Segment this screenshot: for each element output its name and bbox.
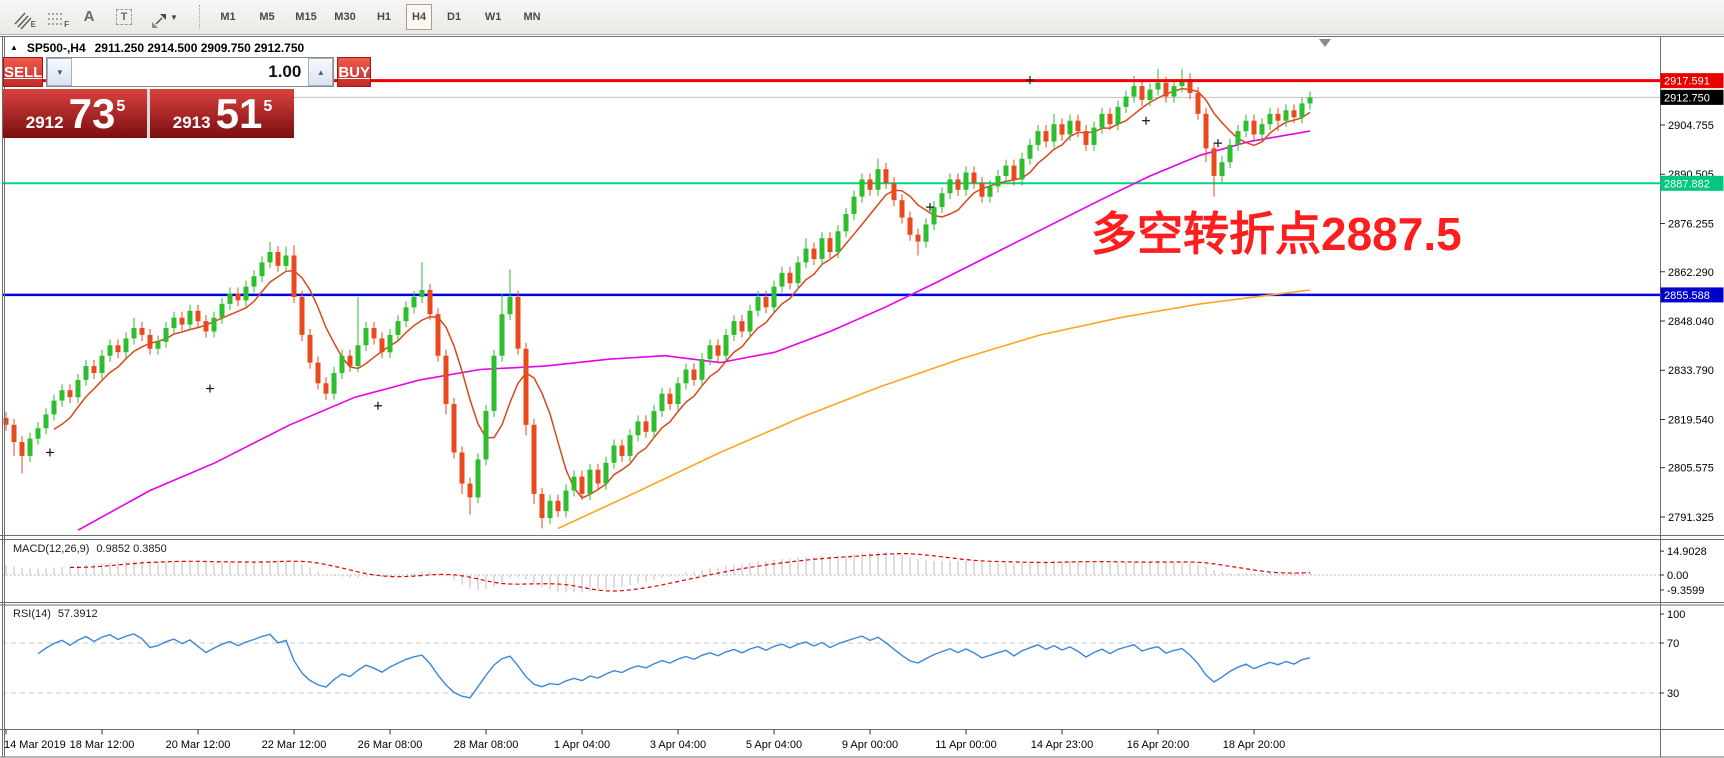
svg-text:2904.755: 2904.755 (1668, 120, 1714, 132)
rsi-value: 57.3912 (58, 608, 98, 620)
svg-text:11 Apr 00:00: 11 Apr 00:00 (935, 739, 997, 751)
one-click-trade-panel: SELL ▼ ▲ BUY 2912 73 5 2913 51 5 (3, 57, 294, 138)
svg-text:20 Mar 12:00: 20 Mar 12:00 (166, 739, 231, 751)
tool-sub-label: E (31, 20, 36, 29)
macd-values: 0.9852 0.3850 (96, 543, 166, 555)
symbol-label: SP500-,H4 (27, 41, 86, 55)
svg-text:2791.325: 2791.325 (1668, 512, 1714, 524)
trade-panel-row: SELL ▼ ▲ BUY (3, 57, 294, 87)
svg-text:1 Apr 04:00: 1 Apr 04:00 (554, 739, 610, 751)
tool-sub-label: F (64, 20, 69, 29)
annotation-text[interactable]: 多空转折点2887.5 (1091, 210, 1462, 258)
svg-text:2917.591: 2917.591 (1664, 76, 1710, 88)
volume-increase-button[interactable]: ▲ (308, 58, 333, 86)
timeframe-button-h4[interactable]: H4 (406, 4, 432, 30)
svg-text:14 Apr 23:00: 14 Apr 23:00 (1031, 739, 1093, 751)
letter-a-icon: A (84, 5, 95, 29)
timeframe-group: M1M5M15M30H1H4D1W1MN (211, 4, 554, 30)
letter-t-boxed-icon: T (116, 9, 133, 25)
svg-text:18 Mar 12:00: 18 Mar 12:00 (70, 739, 135, 751)
sell-price-tile[interactable]: 2912 73 5 (3, 89, 147, 138)
macd-name: MACD(12,26,9) (13, 543, 89, 555)
chevron-down-icon: ▼ (170, 13, 178, 22)
timeframe-button-w1[interactable]: W1 (476, 5, 510, 29)
svg-text:0.00: 0.00 (1667, 570, 1688, 582)
trade-price-tiles: 2912 73 5 2913 51 5 (3, 89, 294, 138)
sell-price-small: 2912 (26, 113, 64, 133)
symbol-header: ▲ SP500-,H4 2911.250 2914.500 2909.750 2… (10, 41, 304, 55)
buy-price-small: 2913 (173, 113, 211, 133)
timeframe-button-m5[interactable]: M5 (250, 5, 284, 29)
arrows-icon (150, 12, 168, 30)
buy-price-sup: 5 (263, 98, 272, 116)
timeframe-button-h1[interactable]: H1 (367, 5, 401, 29)
timeframe-button-m30[interactable]: M30 (328, 5, 362, 29)
timeframe-button-d1[interactable]: D1 (437, 5, 471, 29)
svg-text:30: 30 (1667, 688, 1679, 700)
toolbar-separator (199, 5, 201, 29)
svg-text:2848.040: 2848.040 (1668, 316, 1714, 328)
svg-text:9 Apr 00:00: 9 Apr 00:00 (842, 739, 898, 751)
svg-text:2862.290: 2862.290 (1668, 267, 1714, 279)
svg-text:100: 100 (1667, 609, 1685, 621)
fibonacci-tool-icon[interactable]: F (41, 4, 71, 30)
rsi-name: RSI(14) (13, 608, 51, 620)
volume-input[interactable] (72, 58, 308, 86)
buy-price-big: 51 (216, 91, 263, 137)
arrows-tool[interactable]: ▼ (144, 4, 184, 30)
svg-text:2833.790: 2833.790 (1668, 365, 1714, 377)
svg-text:2805.575: 2805.575 (1668, 463, 1714, 475)
sell-price-big: 73 (69, 91, 116, 137)
svg-text:2887.882: 2887.882 (1664, 178, 1710, 190)
macd-label: MACD(12,26,9) 0.9852 0.3850 (13, 543, 174, 555)
collapse-triangle-icon: ▲ (10, 43, 18, 52)
sell-price-sup: 5 (116, 98, 125, 116)
svg-text:-9.3599: -9.3599 (1667, 585, 1704, 597)
toolbar: E F A T ▼ M1M5M15M30H1H4D1W1MN (0, 0, 1724, 35)
equidistant-channel-tool-icon[interactable]: E (8, 4, 38, 30)
svg-text:3 Apr 04:00: 3 Apr 04:00 (650, 739, 706, 751)
svg-text:26 Mar 08:00: 26 Mar 08:00 (358, 739, 423, 751)
timeframe-button-m15[interactable]: M15 (289, 5, 323, 29)
svg-text:28 Mar 08:00: 28 Mar 08:00 (454, 739, 519, 751)
svg-text:2876.255: 2876.255 (1668, 218, 1714, 230)
svg-text:2855.588: 2855.588 (1664, 290, 1710, 302)
svg-text:2912.750: 2912.750 (1664, 92, 1710, 104)
svg-text:14.9028: 14.9028 (1667, 546, 1707, 558)
rsi-label: RSI(14) 57.3912 (13, 608, 105, 620)
buy-button[interactable]: BUY (337, 57, 371, 87)
volume-spinner: ▼ ▲ (46, 57, 334, 87)
sell-button[interactable]: SELL (3, 57, 43, 87)
svg-text:70: 70 (1667, 638, 1679, 650)
text-box-tool[interactable]: T (107, 4, 141, 30)
buy-price-tile[interactable]: 2913 51 5 (150, 89, 294, 138)
svg-text:16 Apr 20:00: 16 Apr 20:00 (1127, 739, 1189, 751)
timeframe-button-mn[interactable]: MN (515, 5, 549, 29)
fibo-lines-icon (46, 10, 66, 30)
ohlc-values: 2911.250 2914.500 2909.750 2912.750 (95, 41, 305, 55)
svg-text:22 Mar 12:00: 22 Mar 12:00 (262, 739, 327, 751)
text-label-tool[interactable]: A (74, 4, 104, 30)
svg-text:14 Mar 2019: 14 Mar 2019 (4, 739, 66, 751)
svg-text:2819.540: 2819.540 (1668, 414, 1714, 426)
volume-decrease-button[interactable]: ▼ (47, 58, 72, 86)
trading-terminal: E F A T ▼ M1M5M15M30H1H4D1W1MN 2904.755 2… (0, 0, 1724, 758)
svg-text:18 Apr 20:00: 18 Apr 20:00 (1223, 739, 1285, 751)
timeframe-button-m1[interactable]: M1 (211, 5, 245, 29)
svg-text:5 Apr 04:00: 5 Apr 04:00 (746, 739, 802, 751)
